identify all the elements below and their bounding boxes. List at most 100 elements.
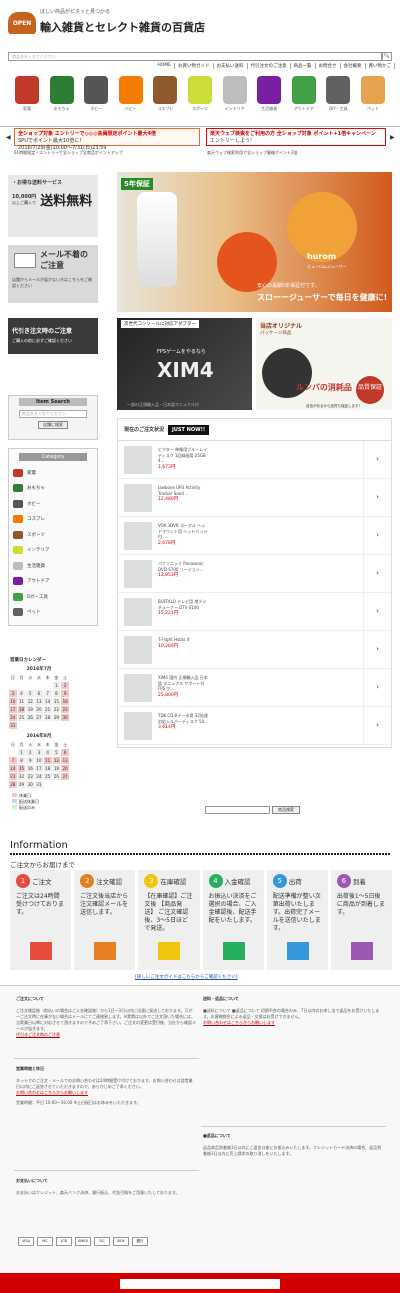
current-order-item[interactable]: ビクター 映像用ブルーレイディスク 1回録画用 25GB 4... 1,673円 › — [118, 441, 391, 479]
item-search-input[interactable]: 商品名を入れてください — [19, 410, 87, 418]
site-title[interactable]: 輸入雑貨とセレクト雑貨の百貨店 — [40, 19, 205, 35]
nav-payment[interactable]: お支払い送料 — [217, 63, 248, 69]
footer-refund-block: ■返品について 返品商品到着後3日以内にご返金口座にお振込みいたします。クレジッ… — [203, 1133, 383, 1157]
category-image — [153, 76, 178, 104]
footer-cod-link[interactable]: 代引きご注文時のご注意 — [16, 1032, 196, 1038]
shop-logo[interactable]: OPEN — [8, 12, 36, 34]
category-2[interactable]: ホビー — [79, 72, 113, 122]
sidebar-category-item[interactable]: 家電 — [9, 465, 97, 481]
order-step-4: 4 入金確認 お振込い決済をご選択の場合、ご入金確認後、配送手配をいたします。 — [202, 870, 264, 970]
category-0[interactable]: 家電 — [10, 72, 44, 122]
category-3[interactable]: ベビー — [114, 72, 148, 122]
current-order-item[interactable]: TDK CD-Rデータ用 32倍速対応シルバーディスク 50... 3,614円 › — [118, 707, 391, 745]
category-bar: 家電 おもちゃ ホビー ベビー コスプレ スポーツ インテリア 生活雑貨 アウトドア DIY・工具… — [6, 72, 394, 122]
category-image — [222, 76, 247, 104]
nav-guide[interactable]: お買い物ガイド — [178, 63, 214, 69]
calendar-day: 12 — [51, 756, 62, 765]
current-order-item[interactable]: XIM4 国内 正規輸入品 日本語 マニュアル サポート付 FPS ゲ... 25… — [118, 669, 391, 707]
calendar-week-row: 28 29 30 31 — [8, 780, 70, 789]
current-order-item[interactable]: BUFFALO テレビ用 地デジチューナー DTV-S100 15,221円 › — [118, 593, 391, 631]
banner-prev-arrow[interactable]: ◀ — [6, 134, 11, 141]
sidebar-category-item[interactable]: おもちゃ — [9, 481, 97, 497]
category-7[interactable]: 生活雑貨 — [252, 72, 286, 122]
category-image — [360, 76, 385, 104]
service1-amount: 10,000円 — [12, 194, 37, 200]
footer-separator — [201, 1126, 386, 1127]
nav-cart[interactable]: 買い物かご — [369, 63, 395, 69]
sidebar-category-item[interactable]: インテリア — [9, 543, 97, 559]
sidebar-category-item[interactable]: 生活雑貨 — [9, 558, 97, 574]
footer-payment-title: お支払いについて — [16, 1178, 48, 1183]
nav-company[interactable]: 会社概要 — [344, 63, 366, 69]
chevron-right-icon[interactable]: › — [363, 517, 391, 554]
category-10[interactable]: ペット — [356, 72, 390, 122]
chevron-right-icon[interactable]: › — [363, 555, 391, 592]
current-order-item[interactable]: VOX 3DVR ゴーグル ヘッドマウント用 ヘッドバンド付 ... 2,678円… — [118, 517, 391, 555]
xim4-banner[interactable]: 次世代コンソールに対応アダプター FPSゲームをやるなら XIM4 一部の正規輸… — [117, 318, 252, 410]
nav-products[interactable]: 商品一覧 — [294, 63, 316, 69]
chevron-right-icon[interactable]: › — [363, 707, 391, 744]
payment-card-logo: BOX — [113, 1237, 129, 1246]
hero-headline: スローージューサーで毎日を健康に! — [257, 293, 388, 302]
footer-ordering-text: ご注文確認後（前払いの場合はご入金確認後）から1日〜3日以内に迅速に発送しており… — [16, 1008, 196, 1031]
footer-red-bar — [0, 1273, 400, 1293]
chevron-right-icon[interactable]: › — [363, 631, 391, 668]
chevron-right-icon[interactable]: › — [363, 441, 391, 478]
mail-notice-banner[interactable]: メール不着のご注意 店舗からメールが届かない方はこちらをご確認ください — [8, 245, 98, 303]
web-search-banner[interactable]: 楽天ウェブ検索をご利用の方 全ショップ対象 ポイント+1倍キャンペーン エントリ… — [206, 128, 386, 146]
chevron-right-icon[interactable]: › — [363, 479, 391, 516]
calendar-day — [51, 721, 62, 730]
calendar-day — [8, 681, 18, 690]
step-description: ご注文は24時間受けつけております。 — [16, 893, 64, 916]
sidebar-category-item[interactable]: アウトドア — [9, 574, 97, 590]
category-9[interactable]: DIY・工具 — [321, 72, 355, 122]
category-label: アウトドア — [293, 106, 314, 111]
roomba-supplies-banner[interactable]: 当店オリジナル パッケージ商品 ルンバの消耗品 品質保証 自信があるから品質も保… — [256, 318, 392, 410]
banner-next-arrow[interactable]: ▶ — [390, 134, 395, 141]
nav-cod[interactable]: 代引注文のご注意 — [251, 63, 291, 69]
product-info: TDK CD-Rデータ用 32倍速対応シルバーディスク 50... 3,614円 — [158, 707, 208, 744]
free-shipping-banner[interactable]: ・お得な送料サービス 10,000円 以上ご購入で 送料無料 — [8, 175, 98, 237]
chevron-right-icon[interactable]: › — [363, 669, 391, 706]
sidebar-category-item[interactable]: コスプレ — [9, 512, 97, 528]
nav-home[interactable]: HOME — [157, 63, 175, 69]
item-search-button[interactable]: 店舗に検索 — [38, 421, 68, 429]
rakuten-point-banner[interactable]: 全ショップ対象 エントリーで◎◎◎会員限定ポイント最大4倍 SPUでポイント最大… — [14, 128, 200, 151]
chevron-right-icon[interactable]: › — [363, 593, 391, 630]
category-5[interactable]: スポーツ — [183, 72, 217, 122]
current-orders-panel: 現在のご注文状況 JUST NOW!! ビクター 映像用ブルーレイディスク 1回… — [117, 418, 392, 748]
sidebar-category-item[interactable]: スポーツ — [9, 527, 97, 543]
footer-returns-link[interactable]: お問い合わせはこちらからお願いします — [203, 1020, 383, 1026]
category-1[interactable]: おもちゃ — [45, 72, 79, 122]
footer-contact-link[interactable]: お問い合わせはこちらからお願いします — [16, 1090, 196, 1096]
calendar-day: 8 — [16, 756, 27, 765]
calendar-day: 14 — [8, 764, 18, 773]
sidebar-category-item[interactable]: ペット — [9, 605, 97, 621]
hurom-juicer-banner[interactable]: 5年保証 hurom ヒューロムジューサー 安心の長期5年保証付です。 スローージ… — [117, 172, 392, 312]
footer-search-button[interactable]: 商品検索 — [272, 806, 300, 814]
current-order-item[interactable]: Jawbone UP3 Activity Tracker Sand ... 12,… — [118, 479, 391, 517]
category-6[interactable]: インテリア — [218, 72, 252, 122]
search-icon[interactable]: 🔍 — [382, 52, 392, 61]
order-step-3: 3 在庫確認 【在庫確認】ご注文後 【商品発送】 ご注文確認後、3〜5日ほどで発送。 — [138, 870, 200, 970]
category-label: 家電 — [23, 106, 31, 111]
category-4[interactable]: コスプレ — [148, 72, 182, 122]
category-8[interactable]: アウトドア — [287, 72, 321, 122]
sidebar-category-item[interactable]: DIY・工具 — [9, 589, 97, 605]
calendar-day — [42, 721, 53, 730]
service3-title: 代引き注文時のご注意 — [12, 328, 73, 335]
cod-notice-banner[interactable]: 代引き注文時のご注意 ご購入の前に必ずご確認ください — [8, 318, 98, 354]
sidebar-category-item[interactable]: ホビー — [9, 496, 97, 512]
item-search-heading: Item Search — [19, 398, 87, 406]
current-order-item[interactable]: T-Flight Hotas X 10,269円 › — [118, 631, 391, 669]
calendar-day: 19 — [25, 705, 36, 714]
nav-contact[interactable]: お問合せ — [319, 63, 341, 69]
calendar-day: 2 — [25, 748, 36, 757]
banner-right-button[interactable]: エントリーしよう! — [210, 137, 382, 144]
current-order-item[interactable]: パナソニック Panasonic DVD-S700 リージョン... 12,853… — [118, 555, 391, 593]
order-guide-link[interactable]: [詳しいご注文ガイドはこちらからご確認ください] — [135, 974, 238, 980]
header-search-input[interactable]: 商品名を入れてください — [8, 52, 382, 61]
step-title: 入金確認 — [224, 878, 251, 886]
product-name: BUFFALO テレビ用 地デジチューナー DTV-S100 — [158, 599, 207, 610]
footer-search-input[interactable] — [205, 806, 270, 814]
